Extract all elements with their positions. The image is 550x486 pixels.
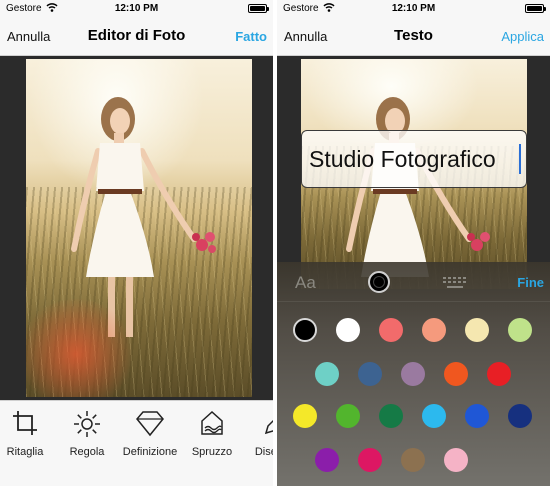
battery-icon (248, 4, 269, 13)
splash-icon (201, 410, 223, 435)
draw-label: Disegno (254, 446, 273, 458)
color-swatch[interactable] (336, 404, 360, 428)
text-editor-screen: Gestore 12:10 PM Annulla Testo Applica S… (277, 0, 550, 486)
panel-toolbar: Aa Fine (277, 262, 550, 302)
color-swatch[interactable] (401, 448, 425, 472)
photo-editor-screen: Gestore 12:10 PM Annulla Editor di Foto … (0, 0, 273, 486)
adjust-tool[interactable]: Regola (52, 409, 122, 458)
color-swatch[interactable] (465, 404, 489, 428)
splash-tool[interactable]: Spruzzo (177, 409, 247, 458)
text-input-field[interactable]: Studio Fotografico (301, 130, 527, 188)
battery-icon (525, 4, 546, 13)
pencil-icon (264, 419, 273, 435)
navigation-bar: Annulla Testo Applica (277, 16, 550, 56)
color-swatch[interactable] (358, 448, 382, 472)
color-swatch[interactable] (487, 362, 511, 386)
diamond-icon (136, 411, 164, 437)
color-swatch[interactable] (508, 404, 532, 428)
color-swatch[interactable] (465, 318, 489, 342)
color-swatch[interactable] (444, 448, 468, 472)
color-picker-panel: Aa Fine (277, 262, 550, 486)
color-button[interactable] (368, 271, 390, 293)
color-swatch[interactable] (336, 318, 360, 342)
color-swatch[interactable] (315, 448, 339, 472)
keyboard-icon[interactable] (442, 276, 468, 290)
font-button[interactable]: Aa (295, 273, 316, 293)
text-caret (519, 144, 521, 174)
color-swatch[interactable] (422, 404, 446, 428)
navigation-bar: Annulla Editor di Foto Fatto (0, 16, 273, 56)
apply-button[interactable]: Applica (501, 29, 544, 44)
adjust-label: Regola (69, 446, 105, 458)
crop-tool[interactable]: Ritaglia (0, 409, 60, 458)
text-input-value: Studio Fotografico (309, 146, 496, 172)
color-swatch[interactable] (379, 404, 403, 428)
color-swatch[interactable] (315, 362, 339, 386)
definition-tool[interactable]: Definizione (115, 409, 185, 458)
draw-tool[interactable]: Disegno (240, 409, 273, 458)
photo-canvas[interactable] (26, 59, 252, 397)
status-bar: Gestore 12:10 PM (277, 0, 550, 16)
status-time: 12:10 PM (114, 3, 159, 14)
done-button[interactable]: Fatto (235, 29, 267, 44)
color-swatch[interactable] (358, 362, 382, 386)
crop-icon (13, 411, 37, 435)
color-swatch[interactable] (379, 318, 403, 342)
cancel-button[interactable]: Annulla (284, 29, 327, 44)
status-time: 12:10 PM (391, 3, 436, 14)
color-swatch[interactable] (293, 404, 317, 428)
splash-label: Spruzzo (191, 446, 233, 458)
cancel-button[interactable]: Annulla (7, 29, 50, 44)
status-bar: Gestore 12:10 PM (0, 0, 273, 16)
color-swatch[interactable] (508, 318, 532, 342)
done-button[interactable]: Fine (517, 275, 544, 290)
color-swatch[interactable] (444, 362, 468, 386)
brightness-icon (74, 411, 100, 437)
color-swatch[interactable] (293, 318, 317, 342)
tools-toolbar: Ritaglia Regola Definizione Spruzzo Dis (0, 400, 273, 486)
crop-label: Ritaglia (6, 446, 44, 458)
color-swatch[interactable] (401, 362, 425, 386)
definition-label: Definizione (122, 446, 178, 458)
color-swatch[interactable] (422, 318, 446, 342)
